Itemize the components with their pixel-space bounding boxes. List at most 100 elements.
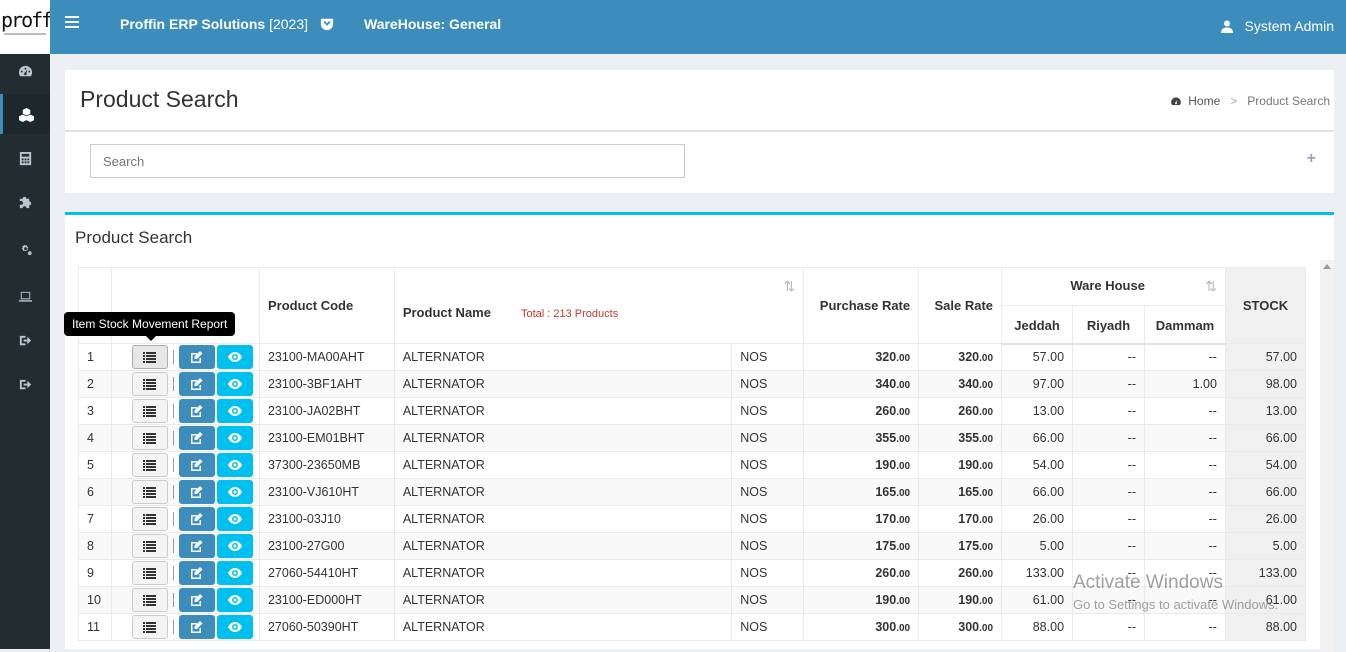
table-row[interactable]: 11 27060-50390HT ALTERNATOR NOS 300.00 300.00… [78, 613, 1307, 641]
stock-riyadh[interactable]: -- [1072, 370, 1145, 398]
view-button[interactable] [216, 345, 253, 369]
sidebar-item-accounts[interactable] [0, 138, 50, 178]
sidebar-item-settings[interactable] [0, 229, 50, 269]
stock-riyadh[interactable]: -- [1072, 343, 1145, 371]
view-button[interactable] [216, 480, 253, 504]
header-product-code[interactable]: Product Code [258, 267, 395, 344]
stock-riyadh[interactable]: -- [1072, 505, 1145, 533]
view-button[interactable] [216, 453, 253, 477]
stock-dammam[interactable]: -- [1143, 343, 1226, 371]
view-button[interactable] [216, 534, 253, 558]
stock-dammam[interactable]: -- [1143, 505, 1226, 533]
view-button[interactable] [216, 507, 253, 531]
header-riyadh[interactable]: Riyadh [1072, 305, 1145, 345]
table-row[interactable]: 3 23100-JA02BHT ALTERNATOR NOS 260.00 260.00 1… [78, 397, 1307, 425]
table-row[interactable]: 8 23100-27G00 ALTERNATOR NOS 175.00 175.00 5.0… [78, 532, 1307, 560]
stock-dammam[interactable]: -- [1143, 451, 1226, 479]
stock-movement-button[interactable] [131, 615, 168, 639]
scroll-up-icon[interactable] [1323, 264, 1331, 269]
view-button[interactable] [216, 399, 253, 423]
edit-button[interactable] [178, 426, 215, 450]
stock-jeddah[interactable]: 26.00 [1001, 505, 1074, 533]
view-button[interactable] [216, 372, 253, 396]
sidebar-item-pos[interactable] [0, 276, 50, 316]
edit-button[interactable] [178, 345, 215, 369]
stock-jeddah[interactable]: 5.00 [1001, 532, 1074, 560]
breadcrumb-home[interactable]: Home [1188, 94, 1220, 108]
edit-button[interactable] [178, 480, 215, 504]
sidebar-item-dashboard[interactable] [0, 51, 50, 91]
stock-jeddah[interactable]: 54.00 [1001, 451, 1074, 479]
logo[interactable]: proffin [0, 0, 50, 54]
header-purchase-rate[interactable]: Purchase Rate [803, 267, 920, 344]
stock-movement-button[interactable] [131, 507, 168, 531]
header-sale-rate[interactable]: Sale Rate [918, 267, 1003, 344]
edit-button[interactable] [178, 588, 215, 612]
sidebar-item-exit-2[interactable] [0, 364, 50, 404]
stock-jeddah[interactable]: 66.00 [1001, 424, 1074, 452]
stock-movement-button[interactable] [131, 534, 168, 558]
stock-jeddah[interactable]: 88.00 [1001, 613, 1074, 641]
stock-dammam[interactable]: -- [1143, 478, 1226, 506]
stock-jeddah[interactable]: 133.00 [1001, 559, 1074, 587]
stock-movement-button[interactable] [131, 399, 168, 423]
header-dammam[interactable]: Dammam [1143, 305, 1226, 345]
scrollbar[interactable] [1320, 260, 1334, 652]
stock-movement-button[interactable] [131, 561, 168, 585]
edit-button[interactable] [178, 399, 215, 423]
table-row[interactable]: 2 23100-3BF1AHT ALTERNATOR NOS 340.00 340.00 9… [78, 370, 1307, 398]
stock-movement-button[interactable] [131, 345, 168, 369]
header-stock[interactable]: STOCK [1224, 267, 1307, 344]
sidebar-item-exit-1[interactable] [0, 320, 50, 360]
search-input[interactable] [90, 144, 685, 178]
stock-movement-button[interactable] [131, 480, 168, 504]
sort-icon[interactable]: ⇅ [783, 278, 795, 295]
stock-dammam[interactable]: -- [1143, 532, 1226, 560]
edit-button[interactable] [178, 615, 215, 639]
stock-movement-button[interactable] [131, 453, 168, 477]
stock-movement-button[interactable] [131, 372, 168, 396]
stock-jeddah[interactable]: 66.00 [1001, 478, 1074, 506]
header-jeddah[interactable]: Jeddah [1001, 305, 1074, 345]
edit-button[interactable] [178, 507, 215, 531]
view-button[interactable] [216, 588, 253, 612]
table-row[interactable]: 4 23100-EM01BHT ALTERNATOR NOS 355.00 355.00 6… [78, 424, 1307, 452]
view-button[interactable] [216, 426, 253, 450]
table-row[interactable]: 5 37300-23650MB ALTERNATOR NOS 190.00 190.00 5… [78, 451, 1307, 479]
stock-riyadh[interactable]: -- [1072, 397, 1145, 425]
stock-jeddah[interactable]: 61.00 [1001, 586, 1074, 614]
view-button[interactable] [216, 615, 253, 639]
stock-movement-button[interactable] [131, 588, 168, 612]
stock-riyadh[interactable]: -- [1072, 424, 1145, 452]
table-row[interactable]: 7 23100-03J10 ALTERNATOR NOS 170.00 170.00 26.… [78, 505, 1307, 533]
stock-dammam[interactable]: 1.00 [1143, 370, 1226, 398]
pocket-icon[interactable] [320, 17, 334, 31]
view-button[interactable] [216, 561, 253, 585]
stock-riyadh[interactable]: -- [1072, 532, 1145, 560]
stock-jeddah[interactable]: 13.00 [1001, 397, 1074, 425]
stock-riyadh[interactable]: -- [1072, 451, 1145, 479]
sidebar-item-modules[interactable] [0, 181, 50, 221]
stock-dammam[interactable]: -- [1143, 613, 1226, 641]
edit-button[interactable] [178, 561, 215, 585]
stock-riyadh[interactable]: -- [1072, 478, 1145, 506]
table-row[interactable]: 1 23100-MA00AHT ALTERNATOR NOS 320.00 320.00 5… [78, 343, 1307, 371]
stock-riyadh[interactable]: -- [1072, 613, 1145, 641]
stock-dammam[interactable]: -- [1143, 424, 1226, 452]
sort-icon[interactable]: ⇅ [1205, 278, 1217, 295]
stock-jeddah[interactable]: 57.00 [1001, 343, 1074, 371]
edit-button[interactable] [178, 372, 215, 396]
stock-jeddah[interactable]: 97.00 [1001, 370, 1074, 398]
header-warehouse-group[interactable]: Ware House ⇅ [1001, 267, 1226, 306]
table-row[interactable]: 6 23100-VJ610HT ALTERNATOR NOS 165.00 165.00 6… [78, 478, 1307, 506]
header-product-name[interactable]: ⇅ Product Name Total : 213 Products [393, 267, 805, 344]
edit-button[interactable] [178, 534, 215, 558]
sidebar-item-products[interactable] [0, 94, 50, 134]
expand-plus-icon[interactable]: + [1307, 150, 1316, 168]
stock-dammam[interactable]: -- [1143, 397, 1226, 425]
edit-button[interactable] [178, 453, 215, 477]
bars-icon[interactable] [65, 16, 79, 28]
user-menu[interactable]: System Admin [1220, 18, 1334, 34]
warehouse-selector[interactable]: WareHouse: General [364, 16, 501, 32]
stock-movement-button[interactable] [131, 426, 168, 450]
